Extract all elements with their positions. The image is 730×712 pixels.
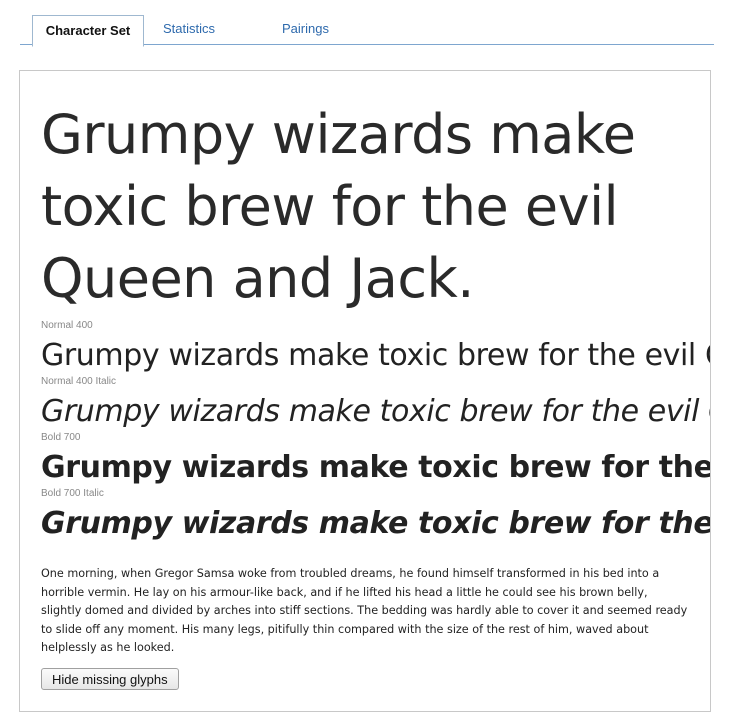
style-caption-bold-700: Bold 700 [41, 432, 81, 443]
hide-missing-glyphs-button[interactable]: Hide missing glyphs [41, 668, 179, 690]
style-caption-normal-400-italic: Normal 400 Italic [41, 376, 117, 387]
tab-bar: Character Set Statistics Pairings [20, 14, 714, 47]
style-sample-bold-700: Grumpy wizards make toxic brew for the e… [41, 450, 711, 485]
style-sample-normal-400-italic: Grumpy wizards make toxic brew for the e… [41, 394, 710, 429]
hero-sample-text: Grumpy wizards make toxic brew for the e… [41, 103, 636, 310]
paragraph-sample: One morning, when Gregor Samsa woke from… [41, 567, 688, 654]
style-sample-bold-700-italic: Grumpy wizards make toxic brew for the e… [41, 506, 711, 541]
style-caption-normal-400: Normal 400 [41, 320, 93, 331]
style-caption-bold-700-italic: Bold 700 Italic [41, 488, 104, 499]
character-set-panel: Grumpy wizards make toxic brew for the e… [19, 70, 711, 712]
tab-statistics[interactable]: Statistics [163, 14, 215, 44]
tab-pairings[interactable]: Pairings [282, 14, 329, 44]
tab-character-set[interactable]: Character Set [32, 15, 144, 47]
style-sample-normal-400: Grumpy wizards make toxic brew for the e… [41, 338, 710, 373]
